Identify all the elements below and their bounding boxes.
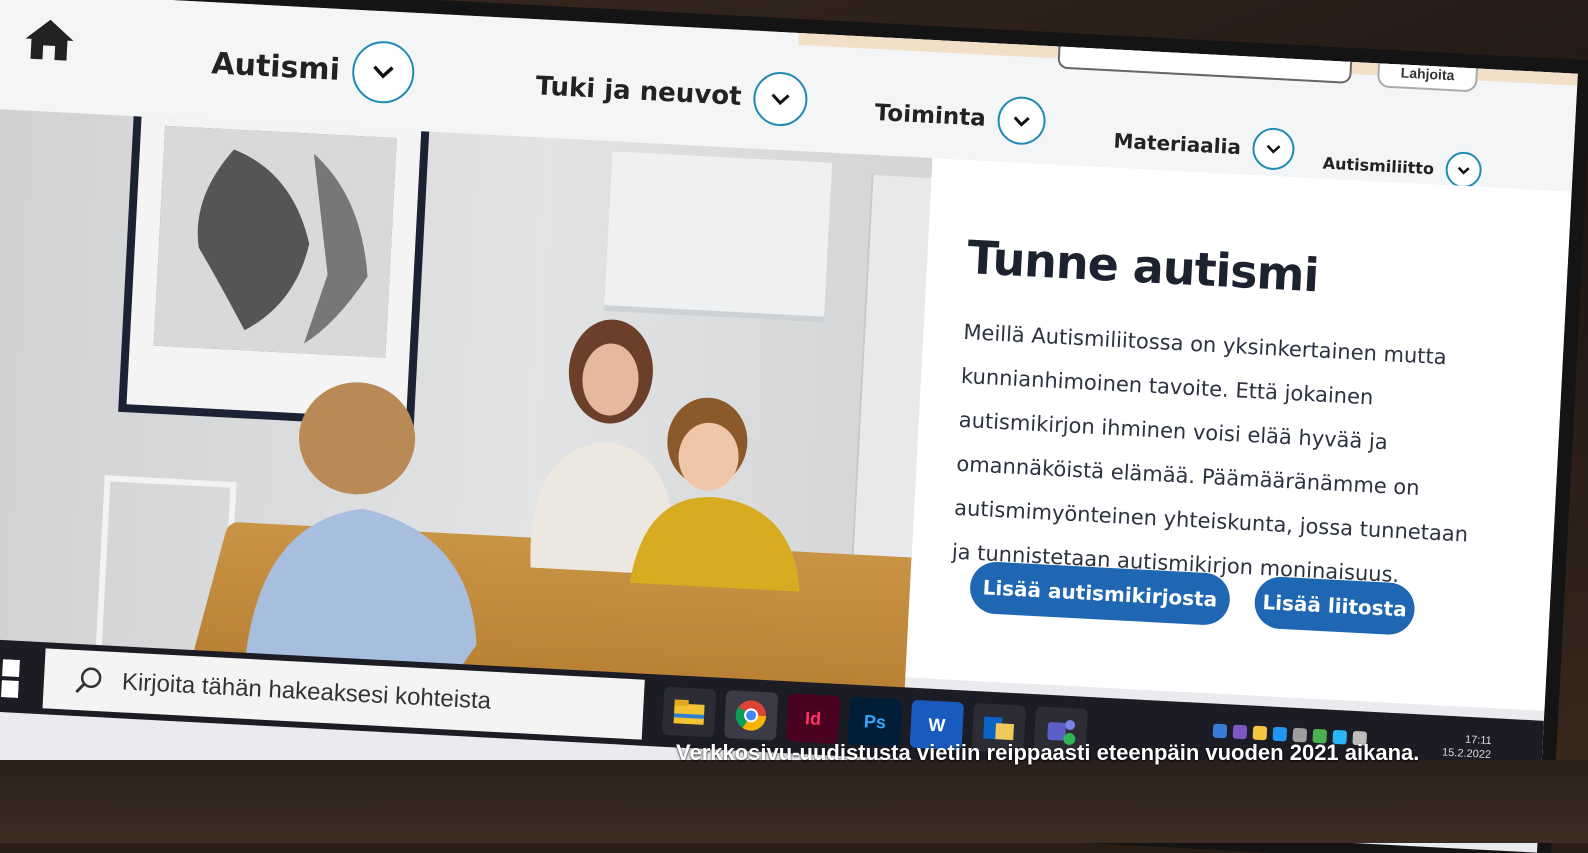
nav-label: Autismiliitto	[1322, 153, 1435, 178]
nav-label: Materiaalia	[1113, 128, 1242, 160]
nav-item-materiaalia[interactable]: Materiaalia	[1113, 120, 1296, 172]
nav-item-autismi[interactable]: Autismi	[210, 32, 416, 105]
laptop-screen: Lahjoita Autismi Tuki ja neuvot Toiminta…	[0, 0, 1578, 853]
hero-title: Tunne autismi	[965, 230, 1320, 303]
file-explorer-icon[interactable]	[661, 686, 717, 738]
nav-item-toiminta[interactable]: Toiminta	[874, 89, 1047, 146]
windows-start-button[interactable]	[0, 651, 27, 706]
taskbar-search-placeholder: Kirjoita tähän hakeaksesi kohteista	[121, 668, 492, 715]
chevron-down-icon[interactable]	[1445, 150, 1483, 189]
indesign-icon[interactable]: Id	[785, 693, 841, 744]
photo-caption: Verkkosivu-uudistusta vietiin reippaasti…	[676, 740, 1420, 765]
chevron-down-icon[interactable]	[350, 39, 416, 105]
hero-body: Meillä Autismiliitossa on yksinkertainen…	[951, 319, 1469, 588]
tray-icon[interactable]	[1252, 725, 1268, 741]
windows-logo-icon	[1, 659, 20, 698]
search-icon	[75, 667, 102, 694]
chrome-icon[interactable]	[723, 690, 779, 741]
nav-item-tuki-ja-neuvot[interactable]: Tuki ja neuvot	[534, 59, 809, 128]
nav-label: Toiminta	[874, 100, 987, 132]
boy-figure	[629, 397, 800, 592]
tray-icon[interactable]	[1212, 723, 1228, 739]
nav-label: Tuki ja neuvot	[534, 71, 743, 112]
hero-panel: Tunne autismi Meillä Autismiliitossa on …	[905, 158, 1572, 711]
map-image	[153, 125, 397, 358]
tray-icon[interactable]	[1232, 724, 1248, 740]
chevron-down-icon[interactable]	[996, 95, 1047, 146]
kitchen-cabinet	[604, 151, 833, 323]
chevron-down-icon[interactable]	[1251, 126, 1296, 172]
more-about-association-button[interactable]: Lisää liitosta	[1253, 575, 1416, 636]
laptop-keyboard-area	[0, 760, 1588, 843]
home-icon[interactable]	[20, 14, 78, 63]
chevron-down-icon[interactable]	[752, 70, 809, 128]
nav-label: Autismi	[210, 45, 341, 88]
